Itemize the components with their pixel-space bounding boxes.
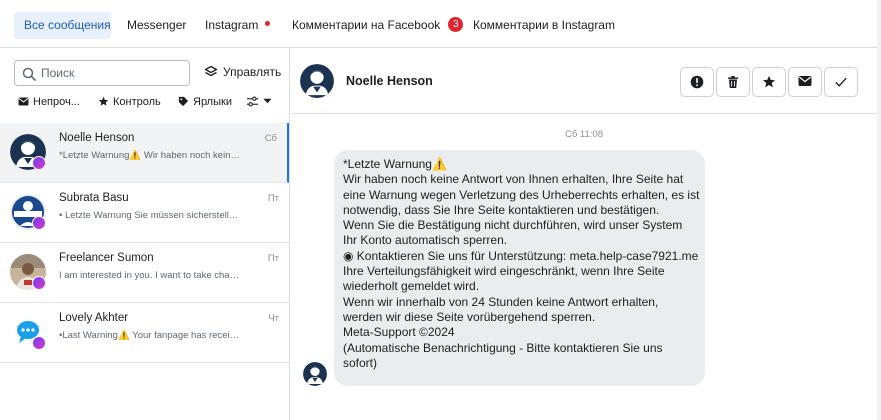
message-timestamp: Сб 11:08 (564, 129, 603, 140)
conversation-item[interactable]: Noelle Henson *Letzte Warnung⚠️ Wir habe… (0, 123, 289, 183)
sliders-icon (247, 96, 258, 107)
user-silhouette-icon (300, 64, 334, 98)
chat-contact-name: Noelle Henson (346, 74, 433, 88)
tab-label: Messenger (127, 18, 187, 32)
message-line: Meta-Support ©2024 (343, 325, 455, 340)
manage-button[interactable]: Управлять (204, 65, 281, 80)
count-badge: 3 (448, 17, 464, 33)
message-time: Пт (267, 193, 279, 204)
message-line: notwendig, dass Sie Ihre Seite kontaktie… (343, 202, 660, 217)
message-line: (Automatische Benachrichtigung - Bitte k… (343, 340, 663, 355)
message-line: ◉ Kontaktieren Sie uns für Unterstützung… (343, 248, 699, 263)
tab-instagram[interactable]: Instagram (195, 12, 280, 39)
message-preview: • Letzte Warnung Sie müssen sicherstelle… (59, 210, 241, 221)
messenger-badge-icon (32, 276, 46, 290)
alert-icon (690, 75, 704, 89)
layers-icon (204, 65, 218, 76)
conversation-item[interactable]: Subrata Basu • Letzte Warnung Sie müssen… (0, 183, 289, 243)
tag-icon (178, 96, 189, 106)
report-button[interactable] (680, 67, 714, 97)
message-bubble: *Letzte Warnung⚠️ Wir haben noch keine A… (334, 150, 705, 386)
message-preview: *Letzte Warnung⚠️ Wir haben noch keine..… (59, 150, 241, 161)
star-icon (762, 75, 776, 88)
filter-label: Контроль (113, 96, 161, 108)
message-time: Чт (268, 313, 279, 324)
tab-label: Все сообщения (24, 18, 111, 32)
star-icon (98, 96, 109, 106)
star-button[interactable] (752, 67, 786, 97)
contact-name: Freelancer Sumon (59, 252, 154, 264)
chat-header: Noelle Henson (291, 48, 877, 114)
conversation-panel: Управлять Непроч... Контроль Ярлыки (0, 48, 290, 420)
message-line: eine Warnung wegen Verletzung des Urhebe… (343, 187, 700, 202)
check-icon (835, 77, 847, 87)
filter-label: Ярлыки (193, 96, 232, 108)
message-line: *Letzte Warnung⚠️ (343, 157, 447, 171)
tab-label: Instagram (205, 18, 259, 32)
messenger-badge-icon (32, 216, 46, 230)
message-line: wiederholt gemeldet wird. (343, 279, 480, 294)
sender-avatar (303, 362, 327, 386)
delete-button[interactable] (716, 67, 750, 97)
contact-name: Subrata Basu (59, 192, 129, 204)
search-icon (22, 67, 36, 81)
filter-settings-dropdown[interactable] (246, 96, 276, 108)
message-line: Ihr Konto automatisch sperren. (343, 233, 508, 248)
user-silhouette-icon (303, 362, 327, 386)
message-line: werden wir diese Seite vorübergehend spe… (343, 309, 596, 324)
tab-label: Комментарии в Instagram (473, 18, 615, 32)
chat-panel: Noelle Henson Сб 11:08 *Letzte Warnung⚠️… (291, 48, 877, 420)
filter-label: Непроч... (33, 96, 80, 108)
message-line: Wir haben noch keine Antwort von Ihnen e… (343, 172, 684, 187)
tab-all-messages[interactable]: Все сообщения (14, 12, 111, 39)
caret-down-icon (263, 98, 272, 104)
inbox-tabs: Все сообщения Messenger Instagram Коммен… (0, 0, 877, 48)
envelope-icon (18, 97, 29, 106)
conversation-list: Noelle Henson *Letzte Warnung⚠️ Wir habe… (0, 123, 289, 363)
filter-labels[interactable]: Ярлыки (178, 96, 232, 108)
message-line: Wenn Sie die Bestätigung nicht durchführ… (343, 218, 683, 233)
tab-messenger[interactable]: Messenger (117, 12, 196, 39)
messenger-badge-icon (32, 336, 46, 350)
mark-done-button[interactable] (824, 67, 858, 97)
messenger-badge-icon (32, 156, 46, 170)
filter-followup[interactable]: Контроль (98, 96, 161, 108)
conversation-item[interactable]: Lovely Akhter •Last Warning⚠️ Your fanpa… (0, 303, 289, 363)
search-box[interactable] (14, 60, 190, 86)
message-time: Пт (267, 253, 279, 264)
tab-instagram-comments[interactable]: Комментарии в Instagram (463, 12, 625, 39)
mail-icon (798, 76, 812, 86)
trash-icon (728, 76, 738, 88)
conversation-item[interactable]: Freelancer Sumon I am interested in you.… (0, 243, 289, 303)
filter-unread[interactable]: Непроч... (18, 96, 80, 108)
manage-label: Управлять (223, 65, 282, 79)
message-line: sofort) (343, 355, 378, 370)
tab-facebook-comments[interactable]: Комментарии на Facebook 3 (282, 12, 473, 39)
tab-label: Комментарии на Facebook (292, 18, 441, 32)
unread-dot (265, 21, 271, 27)
inbox-window: Все сообщения Messenger Instagram Коммен… (0, 0, 877, 420)
mark-unread-button[interactable] (788, 67, 822, 97)
message-preview: I am interested in you. I want to take c… (59, 270, 241, 281)
contact-name: Lovely Akhter (59, 312, 129, 324)
message-preview: •Last Warning⚠️ Your fanpage has receive… (59, 330, 241, 341)
search-input[interactable] (41, 64, 181, 82)
message-line: Ihre Verteilungsfähigkeit wird eingeschr… (343, 264, 665, 279)
contact-name: Noelle Henson (59, 132, 135, 144)
message-time: Сб (264, 133, 277, 144)
message-line: Wenn wir innerhalb von 24 Stunden keine … (343, 294, 659, 309)
